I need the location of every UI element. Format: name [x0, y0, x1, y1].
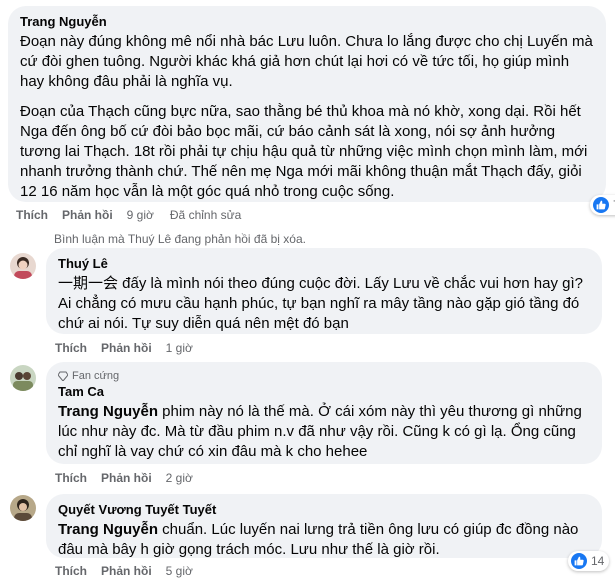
timestamp[interactable]: 2 giờ	[166, 471, 193, 485]
timestamp[interactable]: 5 giờ	[166, 564, 193, 578]
timestamp[interactable]: 9 giờ	[127, 208, 154, 222]
comment-text: Trang Nguyễn chuẩn. Lúc luyến nai lưng t…	[58, 520, 590, 560]
comment-actions: Thích Phản hồi 2 giờ	[55, 471, 209, 485]
reply-button[interactable]: Phản hồi	[101, 564, 152, 578]
like-button[interactable]: Thích	[16, 208, 48, 222]
reaction-count[interactable]: 14	[568, 551, 610, 571]
comment-text: 一期一会 đấy là mình nói theo đúng cuộc đời.…	[58, 275, 584, 332]
comment-text: Đoạn này đúng không mê nổi nhà bác Lưu l…	[20, 33, 593, 90]
avatar[interactable]	[10, 253, 36, 279]
mention-link[interactable]: Trang Nguyễn	[58, 521, 158, 538]
comment-author[interactable]: Trang Nguyễn	[20, 14, 594, 30]
timestamp[interactable]: 1 giờ	[166, 341, 193, 355]
diamond-icon	[58, 371, 68, 381]
fan-badge: Fan cứng	[58, 370, 590, 382]
comment-bubble-thuy: Thuý Lê 一期一会 đấy là mình nói theo đúng c…	[46, 248, 602, 334]
comment-text: Trang Nguyễn phim này nó là thế mà. Ở cá…	[58, 402, 590, 462]
reply-button[interactable]: Phản hồi	[101, 341, 152, 355]
deleted-comment-note: Bình luận mà Thuý Lê đang phản hồi đã bị…	[54, 232, 306, 246]
avatar[interactable]	[10, 365, 36, 391]
comment-bubble-tamca: Fan cứng Tam Ca Trang Nguyễn phim này nó…	[46, 362, 602, 464]
comment-actions: Thích Phản hồi 5 giờ	[55, 564, 209, 578]
mention-link[interactable]: Trang Nguyễn	[58, 403, 158, 420]
comment-actions: Thích Phản hồi 1 giờ	[55, 341, 209, 355]
comment-text: Đoạn của Thạch cũng bực nữa, sao thằng b…	[20, 103, 588, 200]
badge-label: Fan cứng	[72, 370, 120, 382]
comment-author[interactable]: Quyết Vương Tuyết Tuyết	[58, 502, 590, 518]
like-icon	[593, 197, 609, 213]
comment-actions: Thích Phản hồi 9 giờ Đã chỉnh sửa	[16, 208, 257, 222]
reaction-number: 14	[591, 554, 605, 568]
edited-label: Đã chỉnh sửa	[169, 208, 242, 222]
like-icon	[571, 553, 587, 569]
comment-author[interactable]: Tam Ca	[58, 384, 590, 400]
like-button[interactable]: Thích	[55, 341, 87, 355]
like-button[interactable]: Thích	[55, 471, 87, 485]
comment-bubble-quyet: Quyết Vương Tuyết Tuyết Trang Nguyễn chu…	[46, 494, 602, 558]
comment-bubble-trang: Trang Nguyễn Đoạn này đúng không mê nổi …	[8, 6, 606, 202]
reaction-count[interactable]: 70	[590, 195, 615, 215]
comment-author[interactable]: Thuý Lê	[58, 256, 590, 272]
avatar[interactable]	[10, 495, 36, 521]
like-button[interactable]: Thích	[55, 564, 87, 578]
reply-button[interactable]: Phản hồi	[62, 208, 113, 222]
reply-button[interactable]: Phản hồi	[101, 471, 152, 485]
